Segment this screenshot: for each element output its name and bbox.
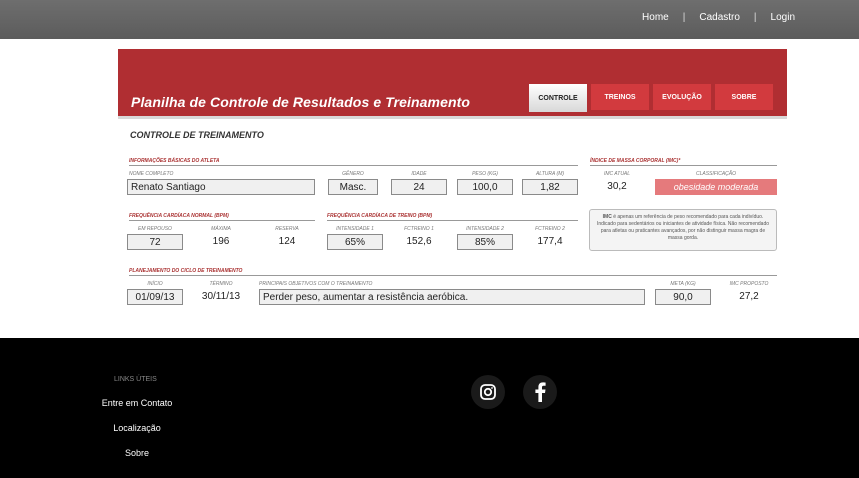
- footer-link-contact[interactable]: Entre em Contato: [77, 398, 197, 408]
- height-field[interactable]: 1,82: [522, 179, 578, 195]
- page-title: Planilha de Controle de Resultados e Tre…: [131, 94, 471, 110]
- tab-controle[interactable]: CONTROLE: [529, 84, 587, 112]
- bmi-class-label: CLASSIFICAÇÃO: [695, 171, 736, 177]
- divider: [129, 275, 777, 276]
- hr-training-label: FREQUÊNCIA CARDÍACA DE TREINO (BPM): [327, 213, 433, 219]
- planning-label: PLANEJAMENTO DO CICLO DE TREINAMENTO: [129, 268, 243, 274]
- bmi-current-label: IMC ATUAL: [603, 171, 631, 177]
- bmi-current-value: 30,2: [607, 181, 627, 192]
- nav-home-link[interactable]: Home: [642, 12, 669, 23]
- weight-field[interactable]: 100,0: [457, 179, 513, 195]
- int1-label: INTENSIDADE 1: [336, 226, 374, 232]
- basic-info-label: INFORMAÇÕES BÁSICAS DO ATLETA: [129, 158, 220, 164]
- nav-separator: |: [753, 12, 757, 23]
- divider: [129, 220, 315, 221]
- hr-rest-field[interactable]: 72: [127, 234, 183, 250]
- tab-sobre[interactable]: SOBRE: [715, 84, 773, 110]
- nav-cadastro-link[interactable]: Cadastro: [699, 12, 740, 23]
- top-bar: Home | Cadastro | Login: [0, 0, 859, 39]
- footer-links-title: LINKS ÚTEIS: [114, 376, 157, 383]
- footer: LINKS ÚTEIS Entre em Contato Localização…: [0, 338, 859, 478]
- age-label: IDADE: [411, 171, 427, 177]
- tab-treinos[interactable]: TREINOS: [591, 84, 649, 110]
- fc2-label: FCTreino 2: [535, 226, 565, 232]
- fc2-value: 177,4: [537, 236, 563, 247]
- card-header: Planilha de Controle de Resultados e Tre…: [118, 49, 787, 116]
- end-value: 30/11/13: [201, 291, 241, 302]
- gender-field[interactable]: Masc.: [328, 179, 378, 195]
- bmi-label: ÍNDICE DE MASSA CORPORAL (IMC)*: [590, 158, 681, 164]
- bmi-note: IMC é apenas um referência de peso recom…: [589, 209, 777, 251]
- fc1-label: FCTreino 1: [404, 226, 434, 232]
- age-field[interactable]: 24: [391, 179, 447, 195]
- hr-max-label: MÁXIMA: [211, 226, 231, 232]
- weight-label: PESO (KG): [472, 171, 498, 177]
- tab-evolucao[interactable]: EVOLUÇÃO: [653, 84, 711, 110]
- int2-label: INTENSIDADE 2: [466, 226, 504, 232]
- goals-field[interactable]: Perder peso, aumentar a resistência aeró…: [259, 289, 645, 305]
- int2-field[interactable]: 85%: [457, 234, 513, 250]
- fc1-value: 152,6: [406, 236, 432, 247]
- top-nav: Home | Cadastro | Login: [642, 12, 795, 23]
- bmi-class-badge: obesidade moderada: [655, 179, 777, 195]
- hr-max-value: 196: [212, 236, 230, 247]
- proposed-bmi-value: 27,2: [739, 291, 759, 302]
- int1-field[interactable]: 65%: [327, 234, 383, 250]
- footer-link-location[interactable]: Localização: [77, 423, 197, 433]
- nav-login-link[interactable]: Login: [771, 12, 795, 23]
- instagram-icon[interactable]: [471, 375, 505, 409]
- nav-separator: |: [682, 12, 686, 23]
- target-field[interactable]: 90,0: [655, 289, 711, 305]
- height-label: ALTURA (m): [535, 171, 565, 177]
- hr-rest-label: EM REPOUSO: [138, 226, 172, 232]
- proposed-bmi-label: IMC PROPOSTO: [729, 281, 769, 287]
- name-label: NOME COMPLETO: [129, 171, 174, 177]
- goals-label: PRINCIPAIS OBJETIVOS COM O TREINAMENTO: [259, 281, 373, 287]
- facebook-icon[interactable]: [523, 375, 557, 409]
- gender-label: GÊNERO: [342, 171, 364, 177]
- divider: [327, 220, 578, 221]
- spreadsheet-card: Planilha de Controle de Resultados e Tre…: [118, 49, 787, 323]
- hr-reserve-label: RESERVA: [275, 226, 299, 232]
- divider: [129, 165, 578, 166]
- section-title: CONTROLE DE TREINAMENTO: [130, 130, 264, 140]
- tab-bar: CONTROLE TREINOS EVOLUÇÃO SOBRE: [529, 84, 773, 112]
- end-label: TÉRMINO: [209, 281, 233, 287]
- header-strip: [118, 116, 787, 119]
- bmi-note-bold: IMC: [602, 214, 612, 220]
- hr-normal-label: FREQUÊNCIA CARDÍACA NORMAL (BPM): [129, 213, 229, 219]
- bmi-note-text: é apenas um referência de peso recomenda…: [596, 214, 770, 241]
- start-field[interactable]: 01/09/13: [127, 289, 183, 305]
- name-field[interactable]: Renato Santiago: [127, 179, 315, 195]
- target-label: META (KG): [670, 281, 696, 287]
- footer-link-about[interactable]: Sobre: [77, 448, 197, 458]
- divider: [590, 165, 777, 166]
- start-label: INÍCIO: [147, 281, 163, 287]
- hr-reserve-value: 124: [278, 236, 296, 247]
